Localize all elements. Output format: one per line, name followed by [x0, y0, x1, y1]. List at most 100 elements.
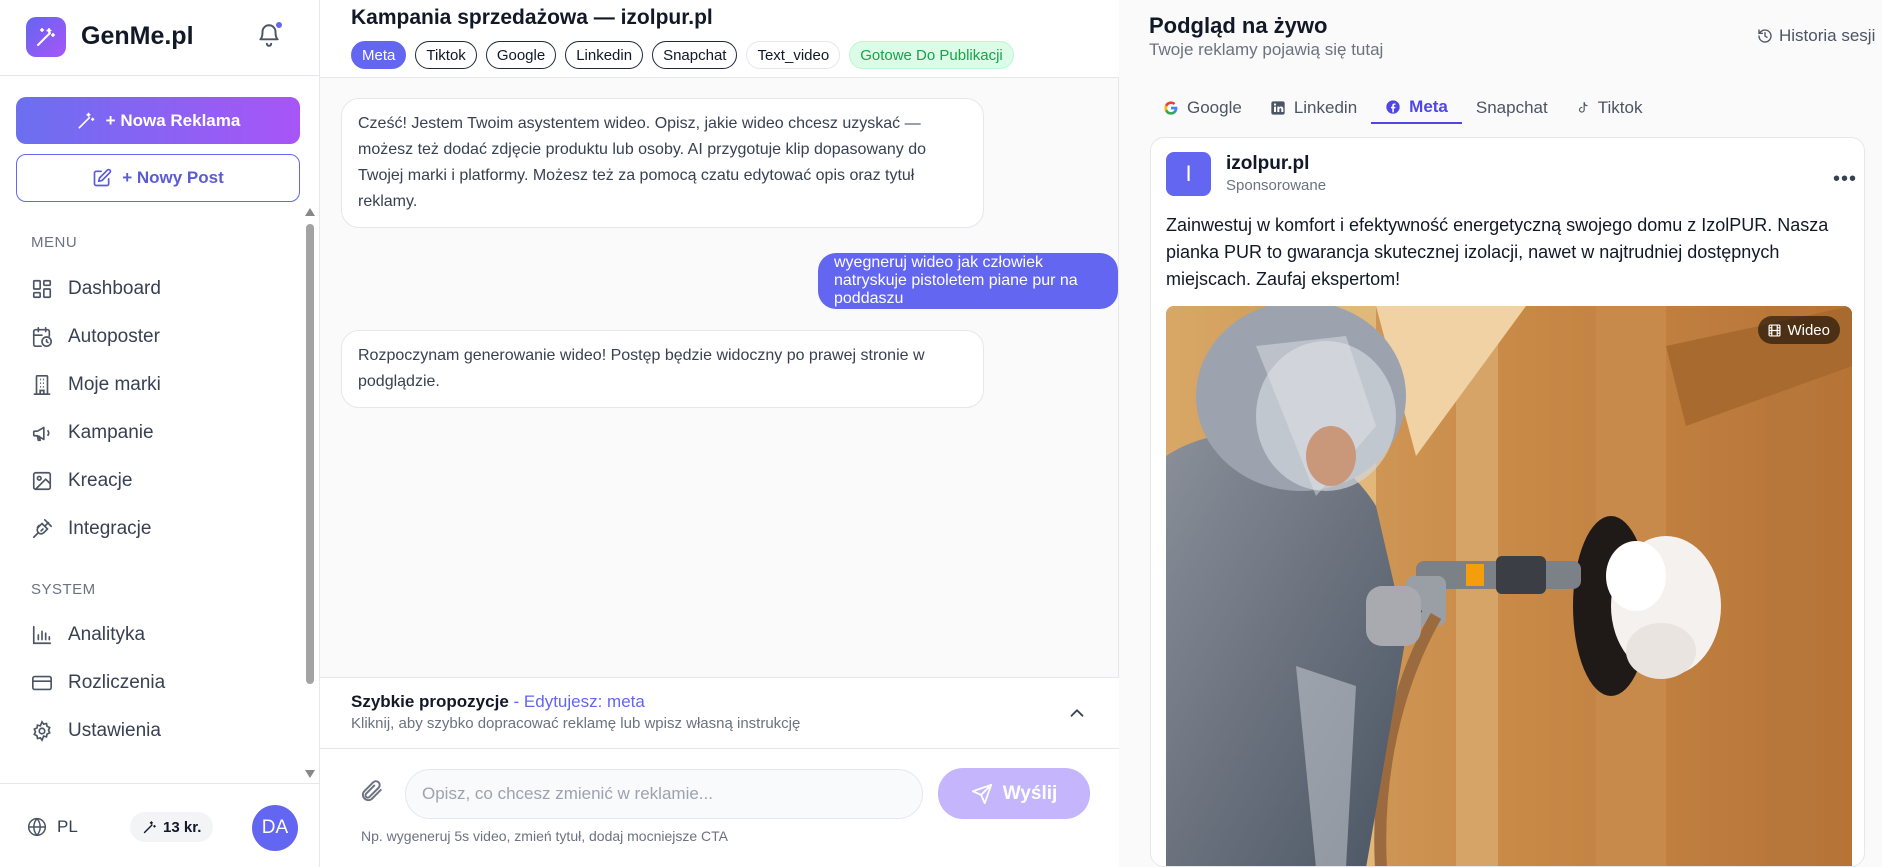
sidebar-item-autoposter[interactable]: Autoposter — [31, 322, 160, 352]
tab-google[interactable]: Google — [1149, 92, 1256, 124]
tab-label: Google — [1187, 98, 1242, 117]
google-icon — [1164, 101, 1178, 115]
ad-text: Zainwestuj w komfort i efektywność energ… — [1166, 215, 1829, 289]
preview-title: Podgląd na żywo — [1149, 13, 1328, 38]
assistant-message: Rozpoczynam generowanie wideo! Postęp bę… — [341, 330, 984, 408]
status-badge: Gotowe Do Publikacji — [849, 41, 1014, 69]
history-icon — [1758, 29, 1772, 43]
dashboard-icon — [32, 279, 52, 299]
scroll-thumb[interactable] — [306, 224, 314, 684]
credits-label: 13 kr. — [163, 818, 202, 836]
video-badge: Wideo — [1758, 316, 1840, 344]
bell-icon[interactable] — [256, 22, 284, 50]
page-name[interactable]: izolpur.pl — [1226, 153, 1309, 175]
calendar-clock-icon — [32, 327, 52, 347]
language-label: PL — [57, 817, 78, 836]
sidebar-item-label: Analityka — [68, 624, 146, 645]
scroll-down-arrow-icon[interactable] — [305, 770, 315, 778]
tab-linkedin[interactable]: Linkedin — [1256, 92, 1371, 124]
chevron-up-icon[interactable] — [1066, 702, 1088, 724]
tag-meta[interactable]: Meta — [351, 41, 407, 69]
credits-badge[interactable]: 13 kr. — [130, 812, 214, 842]
sidebar-item-label: Rozliczenia — [68, 672, 166, 693]
chat-panel: Kampania sprzedażowa — izolpur.pl Meta T… — [320, 0, 1119, 867]
new-post-label: + Nowy Post — [122, 168, 224, 187]
ad-preview-card: I izolpur.pl Sponsorowane ••• Zainwestuj… — [1150, 137, 1865, 867]
tag-google[interactable]: Google — [485, 41, 557, 69]
sidebar-scrollbar[interactable] — [305, 208, 315, 778]
sidebar-item-label: Moje marki — [68, 374, 161, 395]
building-icon — [33, 375, 51, 395]
user-message: wyegneruj wideo jak człowiek natryskuje … — [818, 253, 1118, 309]
send-button[interactable]: Wyślij — [938, 768, 1090, 819]
sidebar-item-analytics[interactable]: Analityka — [31, 620, 145, 650]
sidebar-footer: PL 13 kr. DA — [0, 783, 320, 867]
assistant-message: Cześć! Jestem Twoim asystentem wideo. Op… — [341, 98, 984, 228]
brand-name[interactable]: GenMe.pl — [81, 22, 194, 51]
sidebar-item-settings[interactable]: Ustawienia — [31, 716, 161, 746]
facebook-icon — [1386, 100, 1400, 114]
tag-snapchat[interactable]: Snapchat — [652, 41, 738, 69]
tab-tiktok[interactable]: Tiktok — [1562, 92, 1657, 124]
tab-label: Snapchat — [1475, 98, 1548, 117]
quick-title-text: Szybkie propozycje — [351, 692, 509, 711]
system-section-label: SYSTEM — [31, 581, 96, 598]
notification-dot — [276, 22, 282, 28]
page-title: Kampania sprzedażowa — izolpur.pl — [351, 6, 713, 29]
paperclip-icon[interactable] — [358, 778, 384, 804]
sidebar-item-brands[interactable]: Moje marki — [31, 370, 161, 400]
tag-tiktok[interactable]: Tiktok — [415, 41, 477, 69]
menu-section-label: MENU — [31, 234, 78, 251]
composer: Opisz, co chcesz zmienić w reklamie... W… — [320, 749, 1119, 867]
magic-wand-icon — [78, 112, 95, 128]
new-ad-button[interactable]: + Nowa Reklama — [16, 97, 300, 144]
send-icon — [971, 783, 992, 804]
quick-suggestions-title: Szybkie propozycje - Edytujesz: meta — [351, 692, 645, 712]
send-label: Wyślij — [1002, 782, 1058, 804]
logo-icon[interactable] — [26, 17, 66, 57]
film-icon — [1768, 323, 1781, 337]
message-input[interactable]: Opisz, co chcesz zmienić w reklamie... — [405, 769, 923, 819]
page-avatar: I — [1166, 152, 1211, 196]
sidebar-item-integrations[interactable]: Integracje — [31, 514, 151, 544]
tag-text-video: Text_video — [746, 41, 841, 69]
image-icon — [32, 471, 52, 491]
sidebar-item-billing[interactable]: Rozliczenia — [31, 668, 165, 698]
quick-suggestions[interactable]: Szybkie propozycje - Edytujesz: meta Kli… — [320, 677, 1119, 749]
plug-icon — [32, 519, 52, 539]
tiktok-icon — [1578, 102, 1588, 113]
tab-label: Tiktok — [1597, 98, 1643, 117]
tab-meta[interactable]: Meta — [1371, 92, 1462, 124]
preview-subtitle: Twoje reklamy pojawią się tutaj — [1149, 40, 1384, 59]
history-label: Historia sesji — [1779, 26, 1876, 45]
sponsored-label: Sponsorowane — [1226, 177, 1327, 194]
chat-header: Kampania sprzedażowa — izolpur.pl Meta T… — [320, 0, 1119, 78]
scroll-up-arrow-icon[interactable] — [305, 208, 315, 216]
preview-tabs: Google Linkedin Meta Snapchat Tiktok — [1149, 92, 1656, 124]
sidebar-item-label: Dashboard — [68, 278, 161, 299]
avatar[interactable]: DA — [252, 805, 298, 851]
more-options-icon[interactable]: ••• — [1833, 168, 1857, 191]
video-frame — [1166, 306, 1852, 866]
magic-wand-icon — [143, 820, 156, 833]
new-post-button[interactable]: + Nowy Post — [16, 154, 300, 202]
tab-label: Meta — [1409, 97, 1448, 116]
new-ad-label: + Nowa Reklama — [105, 110, 241, 130]
session-history-button[interactable]: Historia sesji — [1757, 26, 1875, 46]
preview-panel: Podgląd na żywo Twoje reklamy pojawią si… — [1119, 0, 1882, 867]
globe-icon — [27, 817, 47, 837]
tab-label: Linkedin — [1293, 98, 1358, 117]
sidebar-item-creatives[interactable]: Kreacje — [31, 466, 132, 496]
sidebar-item-campaigns[interactable]: Kampanie — [31, 418, 154, 448]
tab-snapchat[interactable]: Snapchat — [1462, 92, 1562, 124]
tag-linkedin[interactable]: Linkedin — [565, 41, 644, 69]
sidebar: GenMe.pl + Nowa Reklama + Nowy Post MENU… — [0, 0, 320, 867]
sidebar-item-label: Kreacje — [68, 470, 133, 491]
bar-chart-icon — [32, 625, 52, 645]
editing-label: - Edytujesz: meta — [513, 692, 645, 711]
sidebar-item-dashboard[interactable]: Dashboard — [31, 274, 161, 304]
language-switcher[interactable]: PL — [27, 817, 78, 837]
ad-video[interactable]: Wideo — [1166, 306, 1852, 866]
sidebar-item-label: Autoposter — [68, 326, 160, 347]
video-badge-label: Wideo — [1787, 321, 1830, 339]
